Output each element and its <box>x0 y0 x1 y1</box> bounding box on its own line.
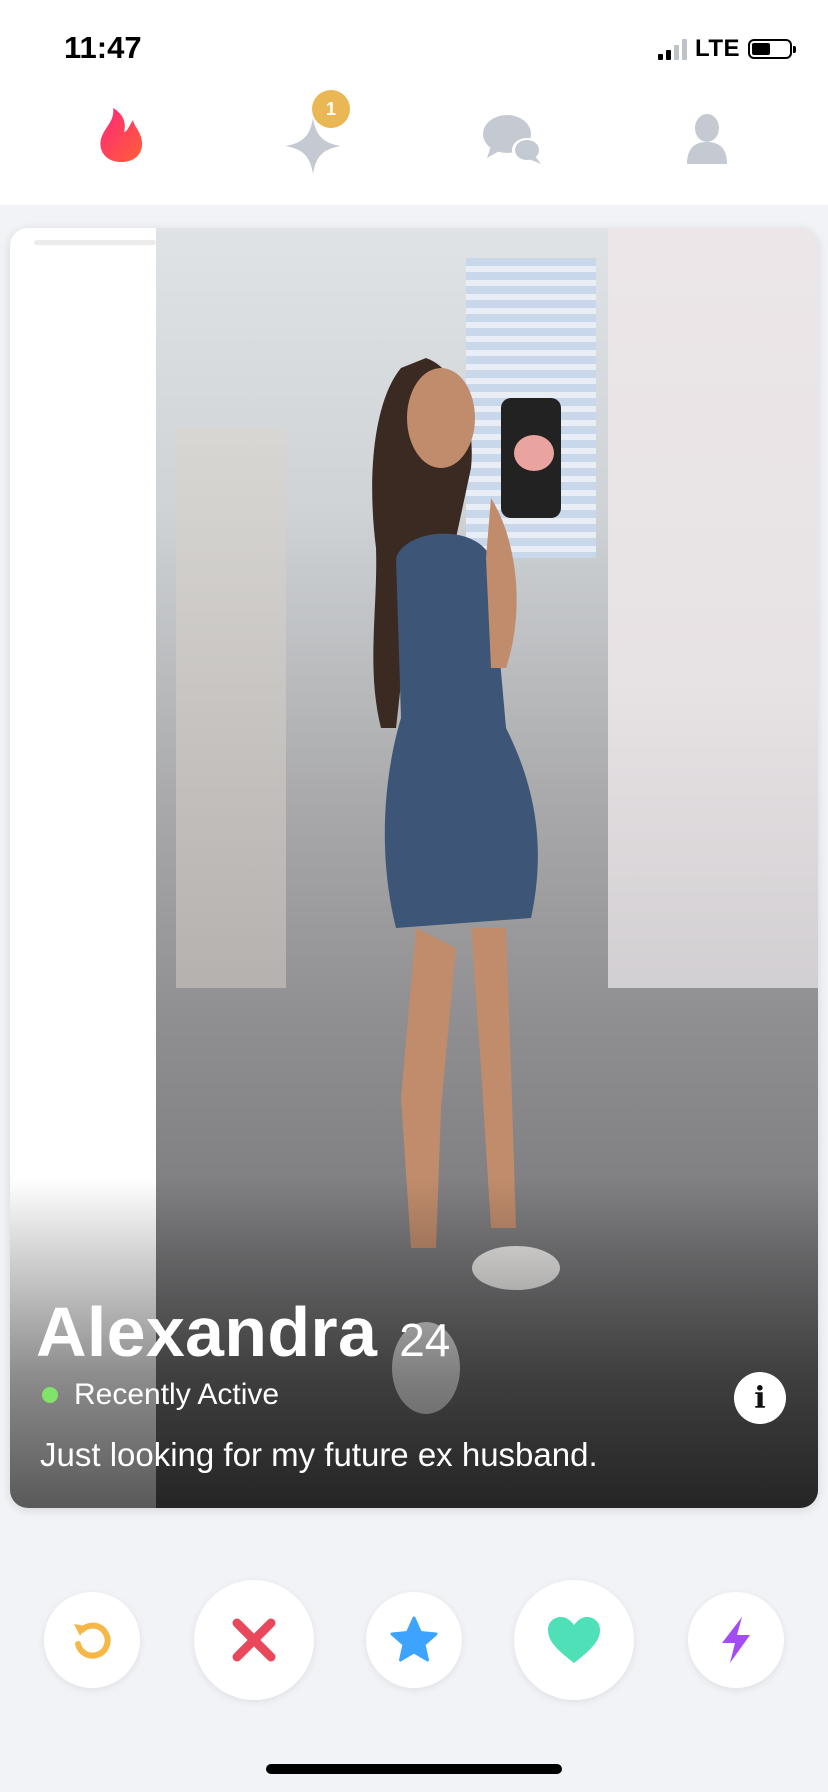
status-indicators: LTE <box>657 34 796 64</box>
network-label: LTE <box>694 35 740 62</box>
info-button[interactable]: i <box>734 1372 786 1424</box>
profile-name: Alexandra <box>36 1293 378 1371</box>
nav-profile[interactable] <box>662 90 752 180</box>
boost-button[interactable] <box>688 1592 784 1688</box>
nav-discover[interactable] <box>76 90 166 180</box>
main-nav: 1 <box>0 90 828 180</box>
signal-icon <box>657 38 687 60</box>
nav-top-picks[interactable]: 1 <box>268 90 358 180</box>
notification-badge: 1 <box>312 90 350 128</box>
heart-icon <box>548 1617 600 1663</box>
status-time: 11:47 <box>64 30 142 65</box>
rewind-button[interactable] <box>44 1592 140 1688</box>
super-like-button[interactable] <box>366 1592 462 1688</box>
nav-messages[interactable] <box>468 90 558 180</box>
top-bar: 11:47 LTE 1 <box>0 0 828 205</box>
nope-button[interactable] <box>194 1580 314 1700</box>
activity-row: Recently Active <box>42 1378 279 1412</box>
profile-age: 24 <box>399 1314 451 1366</box>
profile-bio: Just looking for my future ex husband. <box>40 1436 598 1473</box>
activity-status: Recently Active <box>74 1378 280 1411</box>
flame-icon <box>100 108 143 162</box>
photo-clothing-rack <box>608 228 818 988</box>
battery-icon <box>748 39 796 59</box>
bolt-icon <box>722 1617 750 1663</box>
chat-icon <box>483 115 542 164</box>
profile-card[interactable]: Alexandra 24 Recently Active Just lookin… <box>10 228 818 1508</box>
name-row: Alexandra 24 <box>36 1292 450 1372</box>
star-icon <box>390 1616 438 1662</box>
home-indicator <box>266 1764 562 1774</box>
profile-icon <box>687 114 727 164</box>
active-dot-icon <box>42 1387 58 1403</box>
info-icon: i <box>754 1380 766 1416</box>
like-button[interactable] <box>514 1580 634 1700</box>
photo-progress-bar <box>34 240 156 245</box>
x-icon <box>232 1618 276 1662</box>
photo-shelf-left <box>176 428 286 988</box>
rewind-icon <box>74 1622 111 1659</box>
